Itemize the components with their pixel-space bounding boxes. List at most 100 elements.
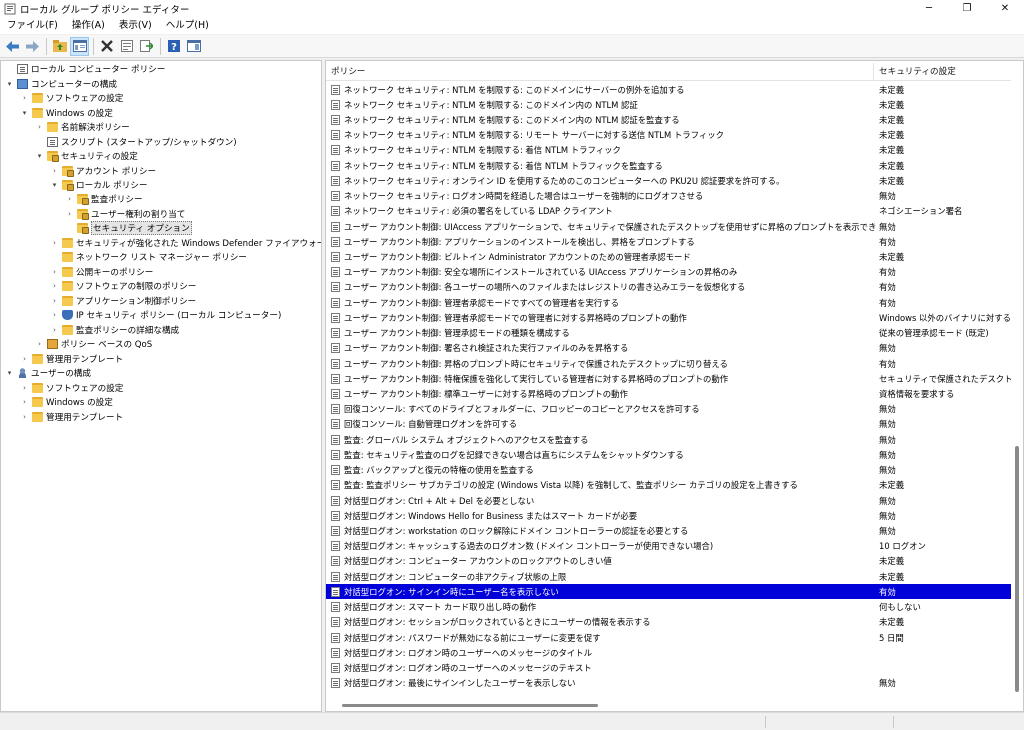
- delete-button[interactable]: [97, 37, 116, 56]
- policy-row[interactable]: ユーザー アカウント制御: 各ユーザーの場所へのファイルまたはレジストリの書き込…: [326, 280, 1012, 295]
- tree-item[interactable]: ネットワーク リスト マネージャー ポリシー: [50, 250, 247, 265]
- expand-arrow-down-icon[interactable]: ▾: [5, 77, 14, 91]
- policy-row[interactable]: 対話型ログオン: パスワードが無効になる前にユーザーに変更を促す 5 日間: [326, 630, 1012, 645]
- expand-arrow-down-icon[interactable]: ▾: [20, 106, 29, 120]
- horizontal-scroll-thumb[interactable]: [342, 704, 598, 707]
- vertical-scrollbar[interactable]: [1011, 61, 1023, 711]
- help-button[interactable]: ?: [164, 37, 183, 56]
- expand-arrow-right-icon[interactable]: ›: [20, 410, 29, 424]
- policy-row[interactable]: ネットワーク セキュリティ: オンライン ID を使用するためのこのコンピュータ…: [326, 173, 1012, 188]
- expand-arrow-right-icon[interactable]: ›: [65, 207, 74, 221]
- policy-row[interactable]: 監査: グローバル システム オブジェクトへのアクセスを監査する 無効: [326, 432, 1012, 447]
- policy-row[interactable]: ネットワーク セキュリティ: NTLM を制限する: 着信 NTLM トラフィッ…: [326, 158, 1012, 173]
- tree-item[interactable]: › セキュリティが強化された Windows Defender ファイアウォール: [50, 236, 321, 251]
- policy-row[interactable]: ネットワーク セキュリティ: NTLM を制限する: 着信 NTLM トラフィッ…: [326, 143, 1012, 158]
- minimize-button[interactable]: ─: [910, 0, 948, 17]
- policy-row[interactable]: 対話型ログオン: ログオン時のユーザーへのメッセージのテキスト: [326, 660, 1012, 675]
- tree-item[interactable]: › 名前解決ポリシー: [35, 120, 130, 135]
- expand-arrow-right-icon[interactable]: ›: [50, 323, 59, 337]
- policy-row[interactable]: ネットワーク セキュリティ: NTLM を制限する: このドメイン内の NTLM…: [326, 97, 1012, 112]
- policy-row[interactable]: ユーザー アカウント制御: UIAccess アプリケーションで、セキュリティで…: [326, 219, 1012, 234]
- policy-row[interactable]: ネットワーク セキュリティ: NTLM を制限する: このドメイン内の NTLM…: [326, 112, 1012, 127]
- policy-row[interactable]: ユーザー アカウント制御: ビルトイン Administrator アカウントの…: [326, 249, 1012, 264]
- tree-item[interactable]: › ポリシー ベースの QoS: [35, 337, 152, 352]
- expand-arrow-right-icon[interactable]: ›: [20, 91, 29, 105]
- policy-row[interactable]: ユーザー アカウント制御: 昇格のプロンプト時にセキュリティで保護されたデスクト…: [326, 356, 1012, 371]
- expand-arrow-right-icon[interactable]: ›: [35, 337, 44, 351]
- up-level-button[interactable]: [50, 37, 69, 56]
- tree-item[interactable]: › 監査ポリシー: [65, 192, 143, 207]
- tree-item[interactable]: › 公開キーのポリシー: [50, 265, 153, 280]
- policy-row[interactable]: ネットワーク セキュリティ: 必須の署名をしている LDAP クライアント ネゴシ…: [326, 204, 1012, 219]
- tree-item[interactable]: ▾ コンピューターの構成: [5, 76, 117, 91]
- export-list-button[interactable]: [137, 37, 156, 56]
- expand-arrow-down-icon[interactable]: ▾: [35, 149, 44, 163]
- policy-row[interactable]: 対話型ログオン: コンピューター アカウントのロックアウトのしきい値 未定義: [326, 554, 1012, 569]
- policy-row[interactable]: 対話型ログオン: 最後にサインインしたユーザーを表示しない 無効: [326, 676, 1012, 691]
- menu-view[interactable]: 表示(V): [112, 17, 159, 34]
- expand-arrow-right-icon[interactable]: ›: [35, 120, 44, 134]
- policy-row[interactable]: ユーザー アカウント制御: 管理者承認モードですべての管理者を実行する 有効: [326, 295, 1012, 310]
- policy-row[interactable]: 対話型ログオン: Ctrl + Alt + Del を必要としない 無効: [326, 493, 1012, 508]
- show-hide-tree-button[interactable]: [70, 36, 89, 56]
- tree-item[interactable]: ▾ Windows の設定: [20, 105, 113, 120]
- policy-row[interactable]: ユーザー アカウント制御: 特権保護を強化して実行している管理者に対する昇格時の…: [326, 371, 1012, 386]
- expand-arrow-right-icon[interactable]: ›: [50, 279, 59, 293]
- menu-help[interactable]: ヘルプ(H): [159, 17, 216, 34]
- policy-row[interactable]: 回復コンソール: すべてのドライブとフォルダーに、フロッピーのコピーとアクセスを…: [326, 402, 1012, 417]
- policy-row[interactable]: 監査: セキュリティ監査のログを記録できない場合は直ちにシステムをシャットダウン…: [326, 447, 1012, 462]
- expand-arrow-right-icon[interactable]: ›: [50, 236, 59, 250]
- column-header-policy[interactable]: ポリシー: [326, 61, 873, 81]
- tree-item[interactable]: › ユーザー権利の割り当て: [65, 207, 185, 222]
- expand-arrow-right-icon[interactable]: ›: [20, 352, 29, 366]
- properties-button[interactable]: [117, 37, 136, 56]
- tree-item[interactable]: セキュリティ オプション: [65, 221, 192, 236]
- policy-row[interactable]: ネットワーク セキュリティ: ログオン時間を経過した場合はユーザーを強制的にログ…: [326, 189, 1012, 204]
- expand-arrow-right-icon[interactable]: ›: [65, 192, 74, 206]
- tree-item[interactable]: ローカル コンピューター ポリシー: [5, 62, 165, 77]
- policy-row[interactable]: 監査: バックアップと復元の特権の使用を監査する 無効: [326, 463, 1012, 478]
- tree-item[interactable]: ▾ セキュリティの設定: [35, 149, 138, 164]
- show-action-pane-button[interactable]: [184, 37, 203, 56]
- tree-item[interactable]: › IP セキュリティ ポリシー (ローカル コンピューター): [50, 308, 281, 323]
- tree-item[interactable]: › ソフトウェアの設定: [20, 91, 123, 106]
- policy-row[interactable]: 対話型ログオン: workstation のロック解除にドメイン コントローラー…: [326, 523, 1012, 538]
- expand-arrow-down-icon[interactable]: ▾: [50, 178, 59, 192]
- policy-row[interactable]: 対話型ログオン: サインイン時にユーザー名を表示しない 有効: [326, 584, 1012, 600]
- expand-arrow-down-icon[interactable]: ▾: [5, 366, 14, 380]
- maximize-button[interactable]: ❐: [948, 0, 986, 17]
- tree-item[interactable]: › 監査ポリシーの詳細な構成: [50, 322, 179, 337]
- policy-row[interactable]: 対話型ログオン: スマート カード取り出し時の動作 何もしない: [326, 599, 1012, 614]
- expand-arrow-right-icon[interactable]: ›: [50, 265, 59, 279]
- policy-row[interactable]: ユーザー アカウント制御: 安全な場所にインストールされている UIAccess…: [326, 265, 1012, 280]
- vertical-scroll-thumb[interactable]: [1015, 446, 1019, 692]
- policy-row[interactable]: ネットワーク セキュリティ: NTLM を制限する: リモート サーバーに対する…: [326, 128, 1012, 143]
- tree-item[interactable]: › 管理用テンプレート: [20, 409, 123, 424]
- close-button[interactable]: ✕: [986, 0, 1024, 17]
- back-button[interactable]: [3, 37, 22, 56]
- horizontal-scrollbar[interactable]: [326, 699, 1012, 711]
- tree-item[interactable]: › Windows の設定: [20, 395, 113, 410]
- tree-item[interactable]: › アカウント ポリシー: [50, 163, 156, 178]
- policy-row[interactable]: ユーザー アカウント制御: アプリケーションのインストールを検出し、昇格をプロン…: [326, 234, 1012, 249]
- expand-arrow-right-icon[interactable]: ›: [20, 381, 29, 395]
- tree-item[interactable]: › ソフトウェアの設定: [20, 380, 123, 395]
- tree-item[interactable]: › 管理用テンプレート: [20, 351, 123, 366]
- tree-item[interactable]: › ソフトウェアの制限のポリシー: [50, 279, 196, 294]
- menu-file[interactable]: ファイル(F): [0, 17, 65, 34]
- policy-row[interactable]: ユーザー アカウント制御: 標準ユーザーに対する昇格時のプロンプトの動作 資格情報…: [326, 386, 1012, 401]
- expand-arrow-right-icon[interactable]: ›: [50, 294, 59, 308]
- menu-action[interactable]: 操作(A): [65, 17, 112, 34]
- policy-row[interactable]: 対話型ログオン: ログオン時のユーザーへのメッセージのタイトル: [326, 645, 1012, 660]
- tree-item[interactable]: スクリプト (スタートアップ/シャットダウン): [35, 134, 237, 149]
- column-header-setting[interactable]: セキュリティの設定: [874, 61, 1014, 81]
- policy-row[interactable]: 回復コンソール: 自動管理ログオンを許可する 無効: [326, 417, 1012, 432]
- tree-item[interactable]: ▾ ローカル ポリシー: [50, 178, 147, 193]
- policy-row[interactable]: ユーザー アカウント制御: 署名され検証された実行ファイルのみを昇格する 無効: [326, 341, 1012, 356]
- policy-row[interactable]: ユーザー アカウント制御: 管理者承認モードでの管理者に対する昇格時のプロンプト…: [326, 310, 1012, 325]
- policy-row[interactable]: 監査: 監査ポリシー サブカテゴリの設定 (Windows Vista 以降) …: [326, 478, 1012, 493]
- tree-item[interactable]: › アプリケーション制御ポリシー: [50, 294, 196, 309]
- policy-row[interactable]: 対話型ログオン: Windows Hello for Business またはス…: [326, 508, 1012, 523]
- policy-row[interactable]: ネットワーク セキュリティ: NTLM を制限する: このドメインにサーバーの例…: [326, 82, 1012, 97]
- policy-row[interactable]: 対話型ログオン: キャッシュする過去のログオン数 (ドメイン コントローラーが使…: [326, 539, 1012, 554]
